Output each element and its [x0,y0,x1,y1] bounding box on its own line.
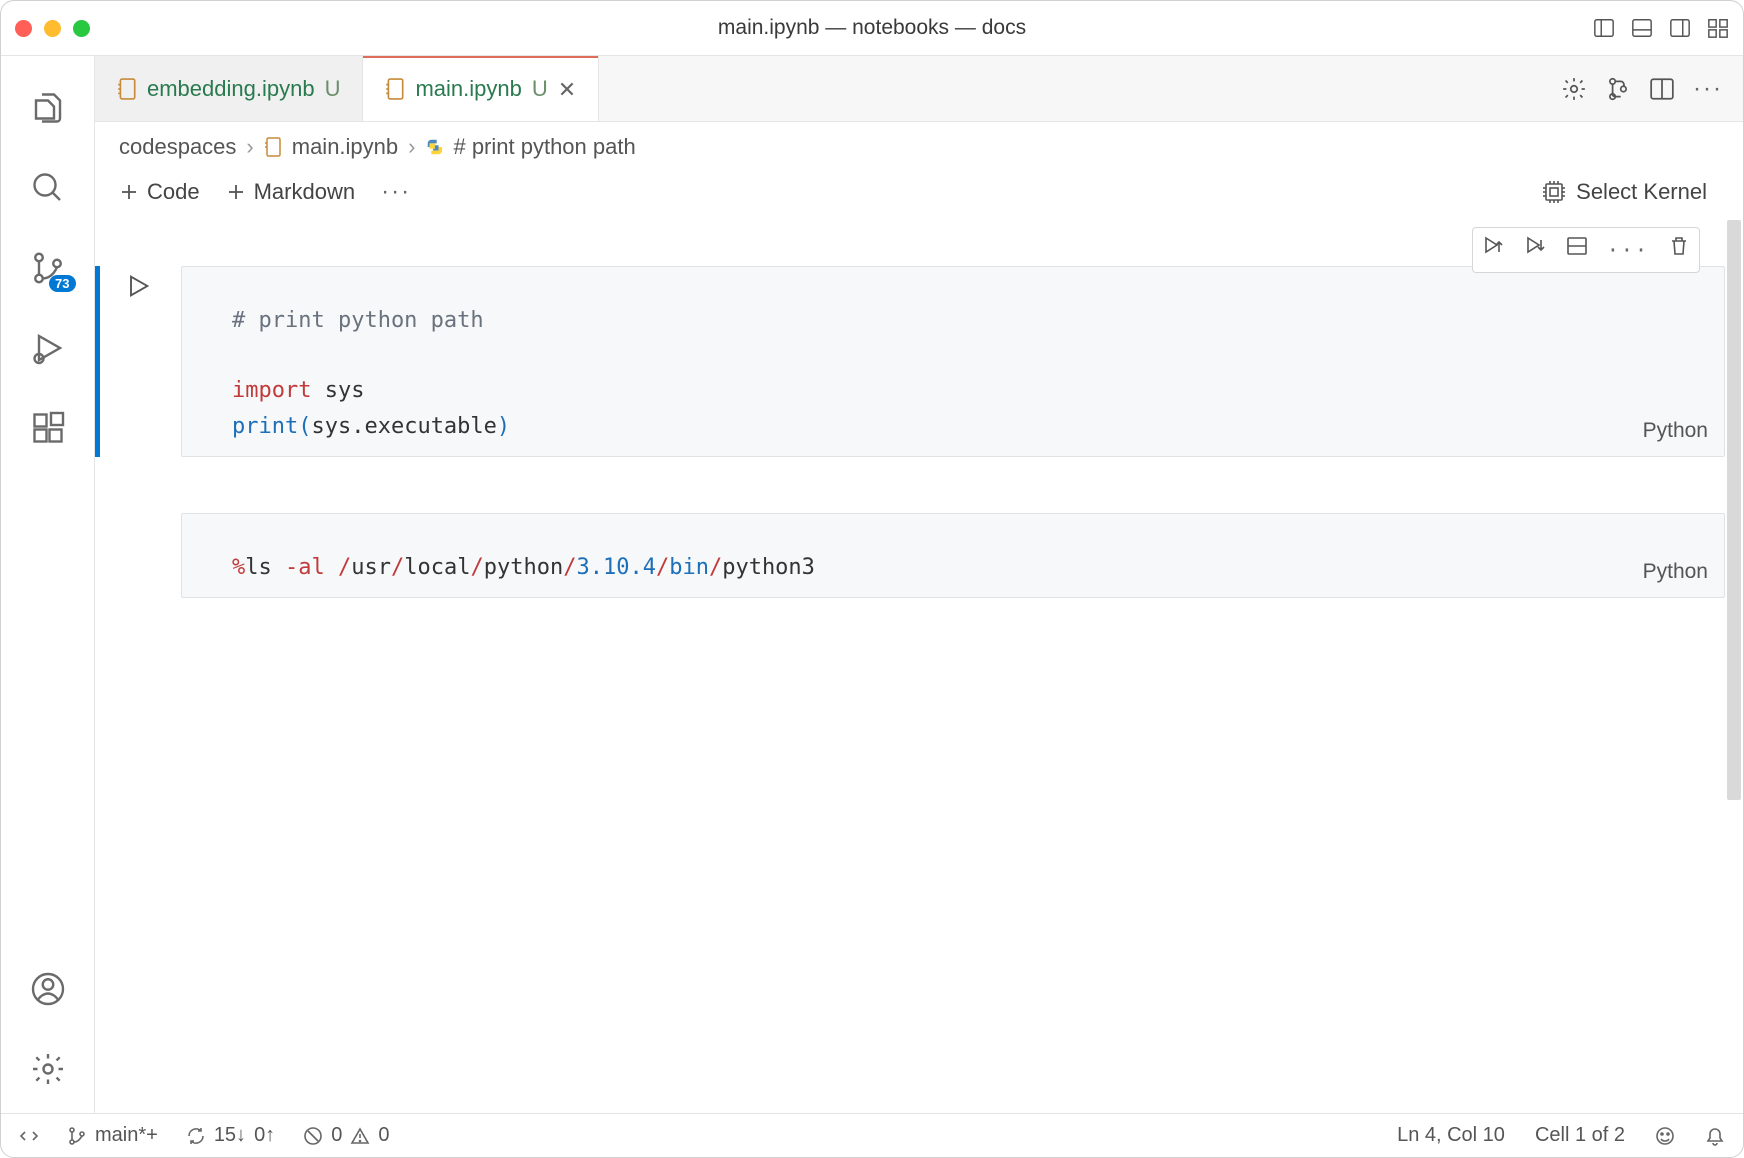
scm-badge: 73 [49,275,75,292]
window-title: main.ipynb — notebooks — docs [1,16,1743,40]
run-debug-icon[interactable] [30,330,66,366]
add-markdown-label: Markdown [254,179,355,205]
cell-language-label[interactable]: Python [1643,414,1708,448]
notebook-toolbar: Code Markdown ··· Select Kernel [95,172,1743,220]
tab-status: U [325,76,341,102]
notebook-body: ··· # print python path import sys print… [95,220,1743,1113]
layout-grid-icon[interactable] [1707,17,1729,39]
more-actions-icon[interactable]: ··· [1693,75,1723,103]
add-markdown-cell-button[interactable]: Markdown [226,179,355,205]
code-flag: -al [285,555,325,580]
sync-up: 0↑ [254,1124,275,1147]
panel-bottom-icon[interactable] [1631,17,1653,39]
cell-focus-indicator [95,266,100,457]
run-cell-icon[interactable] [124,272,152,300]
activity-bar: 73 [1,56,95,1113]
cell-more-icon[interactable]: ··· [1607,234,1649,266]
run-below-icon[interactable] [1523,234,1547,258]
branch-name: main*+ [95,1124,158,1147]
search-icon[interactable] [30,170,66,206]
warning-count: 0 [378,1124,389,1147]
panel-left-icon[interactable] [1593,17,1615,39]
run-above-icon[interactable] [1481,234,1505,258]
tab-embedding[interactable]: embedding.ipynb U [95,56,363,121]
titlebar: main.ipynb — notebooks — docs [1,1,1743,56]
code-comment: # print python path [232,308,484,333]
chevron-right-icon: › [408,134,415,160]
cell-position[interactable]: Cell 1 of 2 [1535,1124,1625,1147]
cell-editor[interactable]: ··· # print python path import sys print… [181,266,1725,457]
problems-indicator[interactable]: 0 0 [303,1124,389,1147]
cursor-position[interactable]: Ln 4, Col 10 [1397,1124,1505,1147]
window-controls [15,20,90,37]
settings-gear-icon[interactable] [30,1051,66,1087]
diff-icon[interactable] [1605,76,1631,102]
cell-editor[interactable]: %ls -al /usr/local/python/3.10.4/bin/pyt… [181,513,1725,598]
code-arg: sys.executable [311,414,496,439]
tab-status: U [532,76,548,102]
layout-controls [1593,17,1729,39]
maximize-window-button[interactable] [73,20,90,37]
tab-main[interactable]: main.ipynb U [363,56,598,121]
chevron-right-icon: › [246,134,253,160]
remote-indicator[interactable] [19,1126,39,1146]
feedback-icon[interactable] [1655,1126,1675,1146]
notifications-bell-icon[interactable] [1705,1126,1725,1146]
code-keyword: import [232,378,311,403]
cell-language-label[interactable]: Python [1643,555,1708,589]
code-module: sys [325,378,365,403]
select-kernel-button[interactable]: Select Kernel [1542,179,1719,205]
close-window-button[interactable] [15,20,32,37]
statusbar: main*+ 15↓ 0↑ 0 0 Ln 4, Col 10 Cell 1 of… [1,1113,1743,1157]
extensions-icon[interactable] [30,410,66,446]
scrollbar-vertical[interactable] [1727,220,1741,800]
notebook-icon [385,78,405,100]
panel-right-icon[interactable] [1669,17,1691,39]
minimize-window-button[interactable] [44,20,61,37]
notebook-icon [117,78,137,100]
notebook-icon [264,137,282,157]
error-count: 0 [331,1124,342,1147]
notebook-settings-gear-icon[interactable] [1561,76,1587,102]
kernel-label: Select Kernel [1576,179,1707,205]
sync-down: 15↓ [214,1124,246,1147]
tab-label: embedding.ipynb [147,76,315,102]
delete-cell-icon[interactable] [1667,234,1691,258]
add-code-cell-button[interactable]: Code [119,179,200,205]
cell-toolbar: ··· [1472,227,1700,273]
source-control-icon[interactable]: 73 [30,250,66,286]
breadcrumb-segment[interactable]: # print python path [453,134,635,160]
code-function: print [232,414,298,439]
git-branch-indicator[interactable]: main*+ [67,1124,158,1147]
editor-area: embedding.ipynb U main.ipynb U ··· codes… [95,56,1743,1113]
tabs-row: embedding.ipynb U main.ipynb U ··· [95,56,1743,122]
tab-label: main.ipynb [415,76,521,102]
toolbar-more-icon[interactable]: ··· [381,178,411,206]
code-cmd: ls [245,555,272,580]
explorer-icon[interactable] [30,90,66,126]
add-code-label: Code [147,179,200,205]
sync-indicator[interactable]: 15↓ 0↑ [186,1124,275,1147]
python-icon [425,137,443,157]
code-cell[interactable]: ··· # print python path import sys print… [95,266,1725,457]
breadcrumb-segment[interactable]: codespaces [119,134,236,160]
code-magic: % [232,555,245,580]
split-cell-icon[interactable] [1565,234,1589,258]
code-cell[interactable]: %ls -al /usr/local/python/3.10.4/bin/pyt… [95,513,1725,598]
close-tab-icon[interactable] [558,80,576,98]
split-editor-icon[interactable] [1649,76,1675,102]
account-icon[interactable] [30,971,66,1007]
breadcrumb[interactable]: codespaces › main.ipynb › # print python… [95,122,1743,172]
breadcrumb-segment[interactable]: main.ipynb [292,134,398,160]
